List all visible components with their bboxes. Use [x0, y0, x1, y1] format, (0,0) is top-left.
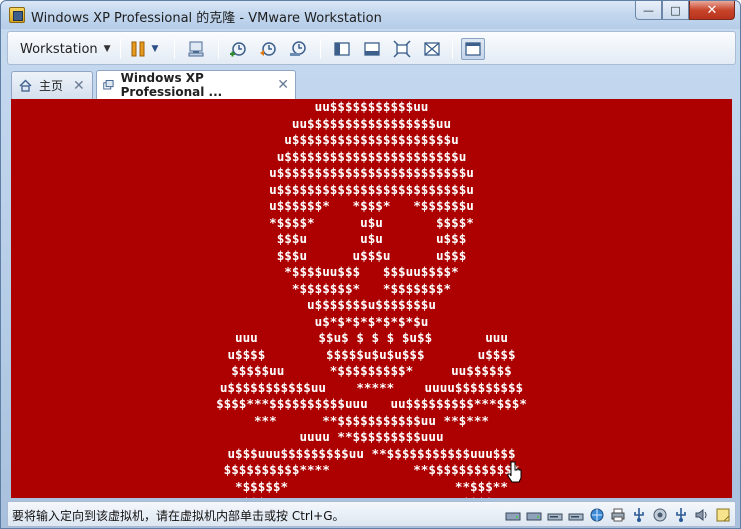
ransom-ascii-line: *$$$$uu$$$ $$$uu$$$$* — [284, 264, 459, 279]
ransom-ascii-line: u$$$$$$$$$$$$$$$$$$$$$$$$$u — [269, 181, 474, 197]
ransom-ascii-line: u$$$$$$$$$$$$$$$$$$$$$u — [284, 132, 459, 147]
window-controls: — □ ✕ — [635, 1, 735, 21]
ransom-ascii-line: u$*$*$*$*$*$*$u — [314, 313, 429, 329]
network-icon[interactable] — [588, 507, 605, 524]
pause-icon[interactable] — [128, 39, 148, 59]
device-icons — [504, 505, 731, 525]
ransom-ascii-line: u$$$$$$* *$$$* *$$$$$$u — [269, 198, 474, 213]
tab-vm[interactable]: Windows XP Professional ... ✕ — [96, 70, 296, 99]
cd-drive-2-icon[interactable] — [567, 507, 584, 524]
console-view-icon[interactable] — [362, 39, 382, 59]
hard-disk-icon[interactable] — [504, 507, 521, 524]
vmware-app-icon[interactable] — [9, 7, 25, 23]
tab-vm-close-icon[interactable]: ✕ — [277, 77, 289, 93]
chevron-down-icon: ▼ — [103, 44, 111, 54]
fullscreen-icon[interactable] — [392, 39, 412, 59]
ransom-ascii-line: u$$$$$$$$$$$$$$$$$$$$$$$$$u — [269, 165, 474, 180]
toolbar-divider — [218, 39, 219, 59]
unity-icon[interactable] — [422, 39, 442, 59]
usb-2-icon[interactable] — [651, 507, 668, 524]
sidebar-icon[interactable] — [332, 39, 352, 59]
ransom-ascii-line: *$$$$$$$* *$$$$$$$* — [291, 280, 452, 296]
ransom-ascii-line: uu$$$$$$$$$$$$$$$$$uu — [291, 115, 452, 131]
snapshot-take-icon[interactable] — [228, 39, 248, 59]
pause-dropdown-icon[interactable]: ▼ — [149, 39, 161, 59]
status-bar: 要将输入定向到该虚拟机，请在虚拟机内部单击或按 Ctrl+G。 — [7, 501, 736, 527]
printer-icon[interactable] — [609, 507, 626, 524]
ransom-ascii-line: $$$u u$$$u u$$$ — [276, 247, 467, 263]
cd-drive-icon[interactable] — [546, 507, 563, 524]
status-message: 要将输入定向到该虚拟机，请在虚拟机内部单击或按 Ctrl+G。 — [12, 509, 345, 523]
vmware-window: Windows XP Professional 的克隆 - VMware Wor… — [0, 0, 741, 529]
vm-icon — [103, 79, 114, 89]
hard-disk-2-icon[interactable] — [525, 507, 542, 524]
ransom-ascii-line: $$$$$$$$$$**** **$$$$$$$$$$$* — [223, 462, 520, 477]
ransom-ascii-line: u$$$$$$$$$$$uu ***** uuuu$$$$$$$$$ — [219, 379, 524, 395]
ransom-ascii-line: u$$$uuu$$$$$$$$$uu **$$$$$$$$$$$uuu$$$ — [227, 445, 516, 461]
message-icon[interactable] — [714, 507, 731, 524]
toolbar-divider — [452, 39, 453, 59]
vm-console-screen[interactable]: $$$* PRESS ANY KEY! $$$$**$$$$$* **$$$**… — [11, 99, 732, 498]
ransom-ascii-line: u$$$$$$$$$$$$$$$$$$$$$$$u — [276, 148, 467, 164]
tab-home-label: 主页 — [39, 79, 64, 93]
usb-icon[interactable] — [630, 507, 647, 524]
hand-cursor-icon — [507, 461, 522, 483]
tab-strip: 主页 ✕ Windows XP Professional ... ✕ — [7, 69, 736, 99]
home-icon — [19, 79, 32, 92]
ransom-ascii-line: $$$$$uu *$$$$$$$$$* uu$$$$$$ — [231, 363, 512, 378]
usb-3-icon[interactable] — [672, 507, 689, 524]
title-bar[interactable]: Windows XP Professional 的克隆 - VMware Wor… — [1, 1, 740, 29]
tab-home[interactable]: 主页 ✕ — [11, 71, 93, 99]
workstation-menu-button[interactable]: Workstation ▼ — [14, 38, 117, 60]
ransom-ascii-line: uuuu **$$$$$$$$$uuu — [299, 429, 444, 444]
ransom-ascii-line: uu$$$$$$$$$$$uu — [314, 99, 429, 114]
ransom-ascii-line: *$$$$$* **$$$** — [235, 478, 508, 494]
toolbar-divider — [120, 39, 121, 59]
thumbnail-view-icon[interactable] — [461, 38, 485, 60]
toolbar-divider — [174, 39, 175, 59]
window-title: Windows XP Professional 的克隆 - VMware Wor… — [31, 11, 382, 26]
ransom-ascii-line: $$$u u$u u$$$ — [276, 231, 467, 246]
sound-icon[interactable] — [693, 507, 710, 524]
send-keys-icon[interactable] — [186, 39, 206, 59]
tab-home-close-icon[interactable]: ✕ — [73, 78, 85, 94]
ransom-ascii-line: u$$$$$$$u$$$$$$$u — [307, 297, 436, 312]
workstation-label: Workstation — [20, 41, 98, 57]
ransom-ascii-line: u$$$$ $$$$$u$u$u$$$ u$$$$ — [227, 346, 516, 362]
ransom-ascii-line: *$$$$* u$u $$$$* — [269, 214, 474, 230]
toolbar-divider — [320, 39, 321, 59]
tab-vm-label: Windows XP Professional ... — [120, 71, 223, 99]
ransom-ascii-line: *** **$$$$$$$$$$$uu **$*** — [253, 412, 490, 428]
ransom-ascii-line: uuu $$u$ $ $ $ $u$$ uuu — [235, 330, 508, 345]
ransom-ascii-line: $$$$***$$$$$$$$$$uuu uu$$$$$$$$$***$$$* — [216, 396, 527, 411]
main-toolbar: Workstation ▼ ▼ — [7, 31, 736, 65]
maximize-button[interactable]: □ — [662, 1, 689, 20]
press-any-key-line: $$$* PRESS ANY KEY! $$$$* — [11, 495, 732, 498]
snapshot-manager-icon[interactable] — [288, 39, 308, 59]
snapshot-revert-icon[interactable] — [258, 39, 278, 59]
minimize-button[interactable]: — — [635, 1, 662, 20]
close-button[interactable]: ✕ — [689, 1, 735, 20]
